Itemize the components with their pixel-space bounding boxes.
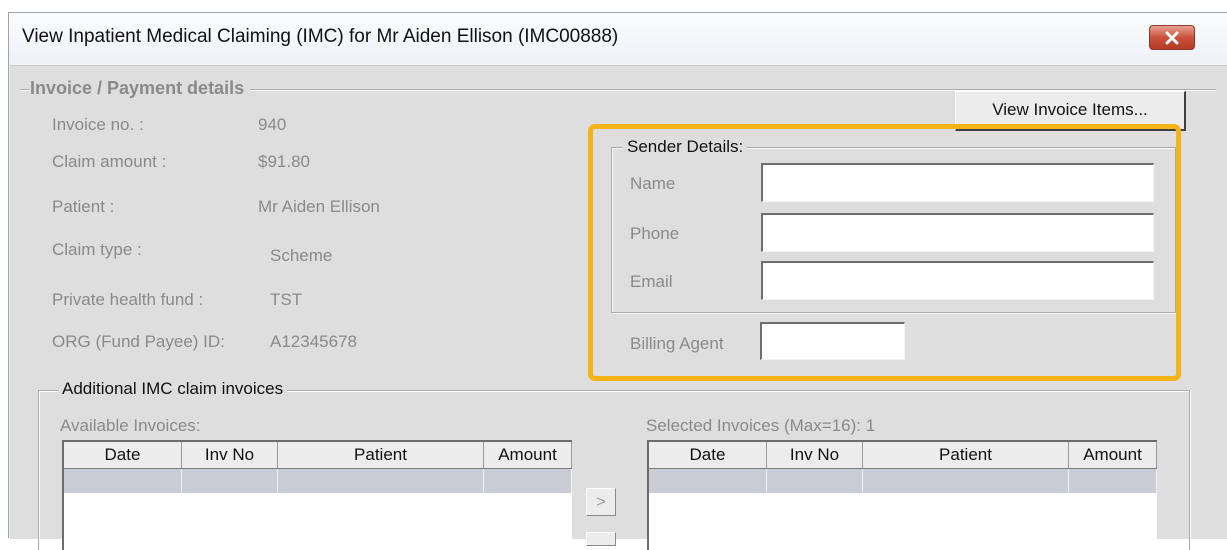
selected-invoices-label: Selected Invoices (Max=16): 1 [646,416,876,435]
sender-details-highlight [588,124,1181,381]
claim-type-label: Claim type : [52,240,142,259]
org-id-label: ORG (Fund Payee) ID: [52,332,225,351]
invoice-no-value: 940 [258,115,287,134]
health-fund-value: TST [270,290,303,309]
view-invoice-items-label: View Invoice Items... [992,100,1148,119]
move-left-button[interactable] [586,532,616,546]
col-amount[interactable]: Amount [1069,442,1157,468]
close-icon [1165,31,1179,44]
table-row[interactable] [649,469,1157,493]
claim-amount-value: $91.80 [258,152,310,171]
invoice-no-label: Invoice no. : [52,115,144,134]
table-cell [767,469,863,493]
table-cell [649,469,767,493]
patient-value: Mr Aiden Ellison [258,197,380,216]
additional-invoices-title: Additional IMC claim invoices [58,379,288,399]
table-row[interactable] [64,469,572,493]
available-invoices-label: Available Invoices: [60,416,201,435]
invoice-section-title: Invoice / Payment details [30,78,251,99]
col-date[interactable]: Date [649,442,767,468]
col-inv-no[interactable]: Inv No [767,442,863,468]
claim-type-value: Scheme [270,246,333,265]
table-cell [64,469,182,493]
close-button[interactable] [1149,25,1195,50]
move-right-button[interactable]: > [586,488,616,516]
claim-amount-label: Claim amount : [52,152,167,171]
org-id-value: A12345678 [270,332,357,351]
health-fund-label: Private health fund : [52,290,204,309]
available-invoices-table[interactable]: Date Inv No Patient Amount [62,440,572,550]
table-cell [182,469,278,493]
selected-invoices-table[interactable]: Date Inv No Patient Amount [647,440,1157,550]
table-cell [863,469,1069,493]
table-cell [1069,469,1157,493]
available-table-header: Date Inv No Patient Amount [64,442,572,469]
col-date[interactable]: Date [64,442,182,468]
col-patient[interactable]: Patient [278,442,484,468]
window-title: View Inpatient Medical Claiming (IMC) fo… [22,26,619,47]
selected-table-header: Date Inv No Patient Amount [649,442,1157,469]
col-inv-no[interactable]: Inv No [182,442,278,468]
table-cell [484,469,572,493]
table-cell [278,469,484,493]
title-bar[interactable]: View Inpatient Medical Claiming (IMC) fo… [9,13,1227,63]
col-patient[interactable]: Patient [863,442,1069,468]
patient-label: Patient : [52,197,115,216]
col-amount[interactable]: Amount [484,442,572,468]
